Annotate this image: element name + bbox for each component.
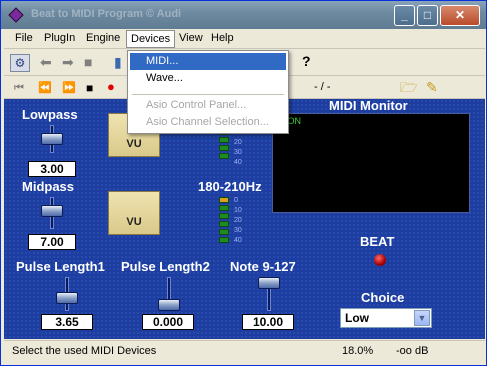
beat-label: BEAT: [360, 234, 395, 249]
beat-led: [374, 254, 386, 266]
meter1-scale-40: 40: [234, 159, 242, 166]
midpass-label: Midpass: [22, 179, 75, 194]
meter2-scale-20: 20: [234, 217, 242, 224]
note-value[interactable]: 10.00: [242, 314, 294, 330]
midi-monitor-title: MIDI Monitor: [329, 98, 408, 113]
meter1-scale-30: 30: [234, 149, 242, 156]
pulse-length1-label: Pulse Length1: [16, 259, 105, 274]
app-window: Beat to MIDI Program © Audi _ □ ✕ File P…: [0, 0, 487, 366]
vu-label-2: VU: [126, 216, 142, 228]
frequency-range-label: 180-210Hz: [198, 179, 262, 194]
open-folder-icon[interactable]: 🗁: [400, 79, 417, 95]
status-zoom: 18.0%: [342, 345, 374, 357]
midpass-value[interactable]: 7.00: [28, 234, 76, 250]
midi-monitor: nd ON: [272, 113, 470, 213]
record-icon[interactable]: ●: [107, 79, 115, 95]
vu-label: VU: [126, 138, 142, 150]
document-icon[interactable]: ▮: [114, 54, 122, 70]
settings-gear-icon[interactable]: ⚙: [10, 54, 30, 72]
edit-icon[interactable]: ✎: [426, 79, 438, 95]
pulse-length2-label: Pulse Length2: [121, 259, 210, 274]
note-label: Note 9-127: [230, 259, 296, 274]
menu-item-asio-channel-selection: Asio Channel Selection...: [146, 116, 269, 128]
stop-square-icon[interactable]: ■: [84, 54, 92, 70]
menu-item-wave[interactable]: Wave...: [130, 70, 286, 87]
status-level: -oo dB: [396, 345, 429, 357]
menu-view[interactable]: View: [179, 32, 203, 44]
meter2-scale-40: 40: [234, 237, 242, 244]
help-question-icon[interactable]: ?: [302, 53, 311, 69]
menu-help[interactable]: Help: [211, 32, 234, 44]
menu-file[interactable]: File: [15, 32, 33, 44]
skip-start-icon[interactable]: ⏮: [14, 80, 24, 96]
control-panel: Lowpass 3.00 VU 10 20 30 40 MIDI Monitor…: [4, 98, 485, 339]
maximize-button[interactable]: □: [417, 5, 438, 26]
midpass-slider-thumb[interactable]: [41, 205, 63, 217]
choice-select[interactable]: Low ▼: [340, 308, 432, 328]
pulse-length2-slider-thumb[interactable]: [158, 299, 180, 311]
pulse-length1-value[interactable]: 3.65: [41, 314, 93, 330]
transport-time: - / -: [314, 81, 331, 93]
menu-plugin[interactable]: PlugIn: [44, 32, 75, 44]
pulse-length1-slider-thumb[interactable]: [56, 292, 78, 304]
level-meter-2: [219, 197, 231, 247]
lowpass-slider-thumb[interactable]: [41, 133, 63, 145]
menu-separator: [132, 94, 284, 95]
status-text: Select the used MIDI Devices: [12, 345, 157, 357]
menu-devices[interactable]: Devices: [126, 30, 176, 48]
menu-engine[interactable]: Engine: [86, 32, 120, 44]
pulse-length2-value[interactable]: 0.000: [142, 314, 194, 330]
choice-select-value: Low: [345, 311, 369, 325]
stop-icon[interactable]: ■: [86, 80, 93, 96]
close-button[interactable]: ✕: [440, 5, 480, 26]
fast-forward-icon[interactable]: ⏩: [62, 80, 76, 96]
title-bar[interactable]: Beat to MIDI Program © Audi _ □ ✕: [1, 1, 486, 29]
meter1-scale-20: 20: [234, 139, 242, 146]
rewind-icon[interactable]: ⏪: [38, 80, 52, 96]
lowpass-value[interactable]: 3.00: [28, 161, 76, 177]
back-arrow-icon[interactable]: ⬅: [40, 54, 52, 70]
meter2-scale-10: 10: [234, 207, 242, 214]
meter2-scale-0: 0: [234, 197, 238, 204]
vu-meter-2: VU: [108, 191, 160, 235]
menu-item-midi[interactable]: MIDI...: [130, 53, 286, 70]
lowpass-label: Lowpass: [22, 107, 78, 122]
forward-arrow-icon[interactable]: ➡: [62, 54, 74, 70]
chevron-down-icon[interactable]: ▼: [414, 310, 430, 326]
menu-bar: File PlugIn Engine Devices View Help: [4, 29, 485, 49]
devices-dropdown-menu: MIDI... Wave... Asio Control Panel... As…: [127, 50, 289, 134]
minimize-button[interactable]: _: [394, 5, 415, 26]
choice-label: Choice: [361, 290, 405, 305]
note-slider-thumb[interactable]: [258, 277, 280, 289]
status-bar: Select the used MIDI Devices 18.0% -oo d…: [4, 340, 485, 362]
app-diamond-icon: [8, 7, 24, 23]
menu-item-asio-control-panel: Asio Control Panel...: [146, 99, 247, 111]
meter2-scale-30: 30: [234, 227, 242, 234]
window-title: Beat to MIDI Program © Audi: [31, 8, 182, 20]
